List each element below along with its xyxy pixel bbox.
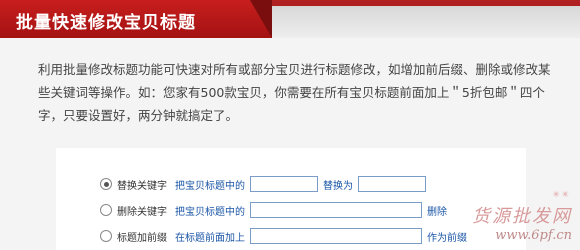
watermark-url: www.6pf.cn — [495, 228, 572, 243]
option-suffix-text: 删除 — [427, 206, 447, 218]
option-replace-keyword: 替换关键字 把宝贝标题中的 替换为 — [100, 174, 426, 194]
header-fold — [250, 0, 272, 38]
option-add-prefix: 标题加前缀 在标题前面加上 作为前缀 — [100, 226, 467, 246]
replacement-input[interactable] — [358, 176, 426, 192]
watermark: ✴✴ 货源批发网 www.6pf.cn — [452, 188, 572, 246]
keyword-input[interactable] — [250, 176, 318, 192]
option-prefix-text: 把宝贝标题中的 — [175, 180, 245, 192]
page-title: 批量快速修改宝贝标题 — [16, 13, 196, 33]
delete-keyword-input[interactable] — [250, 202, 422, 218]
feature-description: 利用批量修改标题功能可快速对所有或部分宝贝进行标题修改，如增加前后缀、删除或修改… — [38, 62, 551, 123]
option-prefix-text: 把宝贝标题中的 — [175, 206, 245, 218]
option-label: 删除关键字 — [117, 206, 167, 218]
option-label: 替换关键字 — [117, 180, 167, 192]
option-label: 标题加前缀 — [117, 232, 167, 244]
watermark-text: 货源批发网 — [472, 206, 572, 227]
prefix-input[interactable] — [250, 228, 422, 244]
radio-replace-keyword[interactable] — [100, 178, 112, 190]
option-delete-keyword: 删除关键字 把宝贝标题中的 删除 — [100, 200, 447, 220]
watermark-dots: ✴✴ — [551, 188, 570, 201]
option-suffix-text: 替换为 — [323, 180, 353, 192]
option-prefix-text: 在标题前面加上 — [175, 232, 245, 244]
radio-add-prefix[interactable] — [100, 230, 112, 242]
header-shadow — [272, 6, 580, 38]
radio-delete-keyword[interactable] — [100, 204, 112, 216]
